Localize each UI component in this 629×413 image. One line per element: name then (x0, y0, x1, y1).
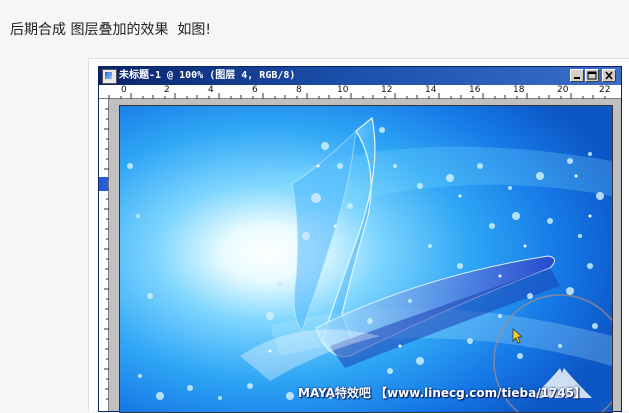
document-artwork[interactable]: MAYA特效吧 【www.linecg.com/tieba/1745】 (119, 105, 613, 413)
photoshop-document-icon (102, 69, 117, 84)
minimize-button[interactable] (570, 69, 584, 82)
ruler-tick-label: 12 (381, 85, 393, 95)
window-title: 未标题-1 @ 100% (图层 4, RGB/8) (119, 70, 296, 81)
post-caption: 后期合成 图层叠加的效果 如图! (10, 22, 211, 38)
window-titlebar[interactable]: 未标题-1 @ 100% (图层 4, RGB/8) (99, 67, 621, 85)
vertical-ruler[interactable] (99, 99, 109, 411)
ruler-tick-label: 14 (425, 85, 437, 95)
ruler-indicator (99, 177, 108, 191)
watermark-text: MAYA特效吧 【www.linecg.com/tieba/1745】 (298, 386, 587, 400)
minimize-icon (574, 77, 580, 79)
ruler-tick-label: 18 (513, 85, 525, 95)
ruler-tick-label: 20 (557, 85, 569, 95)
vertical-ruler-ticks (104, 108, 109, 400)
horizontal-ruler[interactable]: 0 2 4 6 8 10 12 14 16 18 20 22 (99, 85, 621, 99)
photoshop-document-window: 未标题-1 @ 100% (图层 4, RGB/8) 0 2 4 6 8 10 … (98, 66, 622, 413)
ruler-tick-label: 4 (208, 85, 214, 95)
ruler-tick-label: 16 (469, 85, 481, 95)
ruler-tick-label: 10 (337, 85, 349, 95)
maximize-icon (587, 71, 597, 80)
maximize-button[interactable] (585, 69, 599, 82)
close-button[interactable] (602, 69, 616, 82)
ruler-tick-label: 8 (296, 85, 302, 95)
ruler-tick-label: 2 (164, 85, 170, 95)
ruler-tick-label: 22 (599, 85, 611, 95)
ruler-tick-label: 6 (252, 85, 258, 95)
ruler-tick-label: 0 (121, 85, 127, 95)
close-icon (605, 71, 613, 80)
horizontal-ruler-ticks (108, 93, 606, 99)
water-splash-artwork (120, 106, 612, 412)
